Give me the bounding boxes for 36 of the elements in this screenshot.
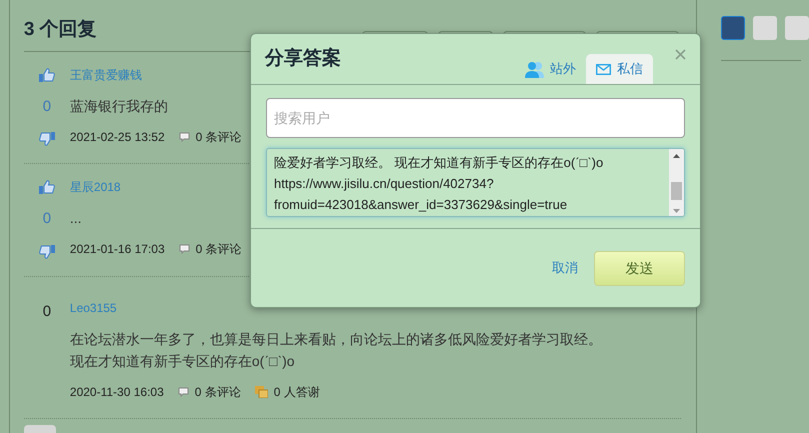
thumbs-up-icon[interactable] (38, 68, 55, 82)
comment-icon[interactable] (178, 132, 190, 142)
coins-icon[interactable] (254, 386, 268, 398)
message-field[interactable]: 险爱好者学习取经。 现在才知道有新手专区的存在o(ˊ□ˋ)o https://www.jisilu.cn/question/402734? fromuid=423018&answer_id=3373629&single=true (266, 148, 685, 217)
search-field[interactable]: 搜索用户 (266, 98, 685, 138)
comments-link[interactable]: 0 条评论 (196, 128, 242, 146)
answer-text: ... (70, 209, 82, 228)
thumbs-up-icon[interactable] (38, 180, 55, 194)
answer-time: 2021-02-25 13:52 (70, 128, 165, 146)
author-link[interactable]: 王富贵爱赚钱 (70, 66, 142, 84)
vote-count: 0 (42, 302, 52, 322)
comments-link[interactable]: 0 条评论 (194, 382, 241, 400)
share-tab[interactable]: 站外 (515, 54, 586, 84)
dialog-title: 分享答案 (265, 46, 342, 71)
send-button[interactable]: 发送 (594, 250, 685, 286)
thumbs-down-icon[interactable] (38, 132, 55, 146)
people-icon (525, 60, 544, 78)
vote-count: 0 (42, 96, 52, 116)
comment-icon[interactable] (178, 386, 189, 396)
answers-heading: 3 个回复 (24, 18, 97, 42)
answer-time: 2021-01-16 17:03 (70, 241, 165, 258)
thanks-count: 0 人答谢 (274, 384, 320, 400)
avatar-placeholder[interactable] (721, 16, 745, 40)
cancel-link[interactable]: 取消 (552, 258, 578, 278)
scrollbar[interactable] (669, 149, 684, 216)
author-link[interactable]: Leo3155 (70, 298, 117, 316)
vote-count: 0 (42, 209, 52, 229)
comment-icon[interactable] (178, 244, 190, 254)
share-tab[interactable]: 私信 (586, 54, 653, 84)
thumbs-down-icon[interactable] (38, 244, 55, 258)
mail-icon (596, 64, 611, 74)
answer-time: 2020-11-30 16:03 (70, 384, 164, 400)
comments-link[interactable]: 0 条评论 (196, 240, 242, 258)
answer-text: 蓝海银行我存的 (70, 96, 168, 116)
answer-text: 在论坛潜水一年多了，也算是每日上来看贴，向论坛上的诸多低风险爱好者学习取经。 现在才知道有新手专区的存在o(ˊ□ˋ)o (70, 330, 602, 371)
author-link[interactable]: 星辰2018 (70, 178, 121, 196)
